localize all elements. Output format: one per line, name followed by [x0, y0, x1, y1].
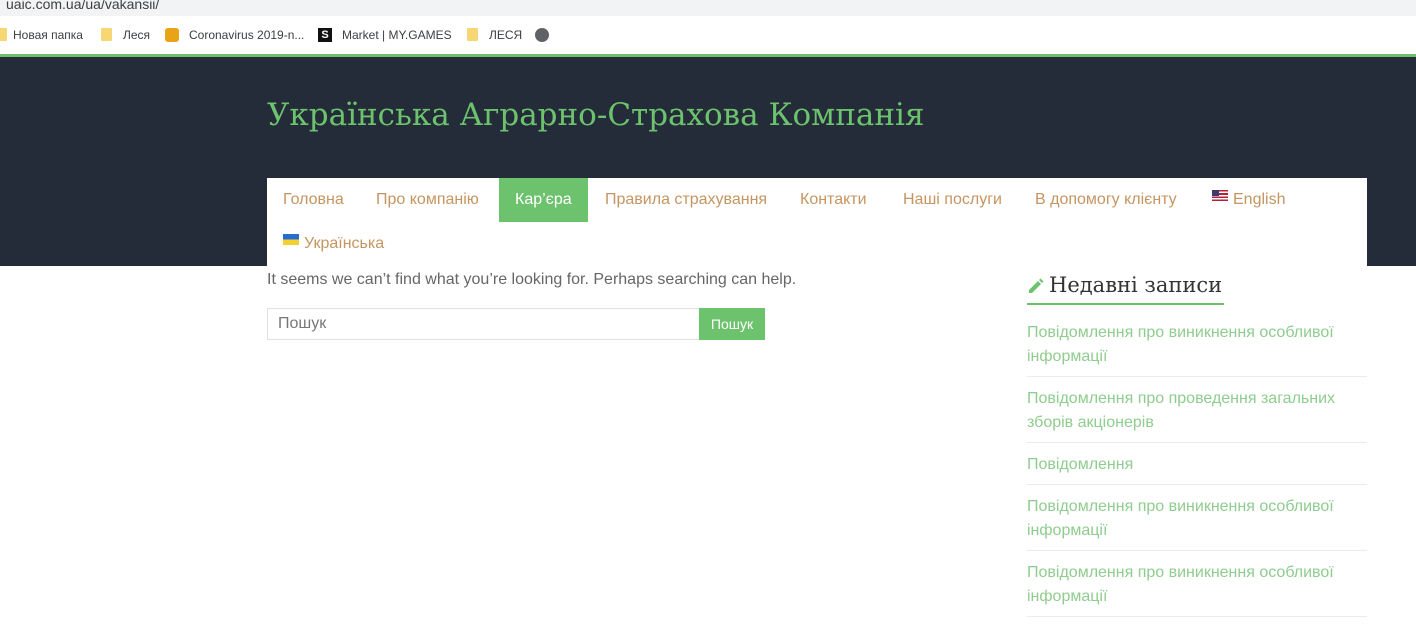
nav-item-contacts[interactable]: Контакти [784, 178, 883, 222]
nav-item-english[interactable]: English [1196, 178, 1301, 222]
s-logo-icon: S [318, 28, 332, 42]
nav-item-ukrainian[interactable]: Українська [267, 222, 400, 266]
site-title[interactable]: Українська Аграрно-Страхова Компанія [267, 97, 925, 133]
ua-flag-icon [283, 234, 299, 245]
recent-post-link[interactable]: Повідомлення про проведення загальних зб… [1027, 387, 1367, 443]
nav-item-about[interactable]: Про компанію [360, 178, 495, 222]
recent-posts-widget-title: Недавні записи [1027, 271, 1224, 305]
us-flag-icon [1212, 190, 1228, 201]
nav-item-label: Українська [304, 235, 385, 252]
pencil-icon [1029, 278, 1044, 293]
not-found-message: It seems we can’t find what you’re looki… [267, 271, 797, 288]
bookmark-label: Новая папка [13, 28, 83, 42]
nav-item-label: English [1233, 191, 1286, 208]
folder-icon [0, 28, 7, 41]
main-nav: Головна Про компанію Кар’єра Правила стр… [267, 178, 1367, 266]
recent-post-link[interactable]: Повідомлення про виникнення особливої ін… [1027, 561, 1367, 617]
nav-item-client-help[interactable]: В допомогу клієнту [1019, 178, 1193, 222]
widget-title-text: Недавні записи [1049, 273, 1223, 297]
shield-icon [165, 28, 179, 42]
nav-item-services[interactable]: Наші послуги [887, 178, 1018, 222]
nav-item-home[interactable]: Головна [267, 178, 360, 222]
search-input[interactable] [267, 308, 700, 340]
address-bar-url[interactable]: uaic.com.ua/ua/vakansii/ [6, 0, 159, 12]
bookmarks-bar: Новая папка Леся Coronavirus 2019-n... S… [0, 16, 1416, 54]
folder-icon [101, 28, 112, 41]
nav-item-insurance-rules[interactable]: Правила страхування [589, 178, 783, 222]
search-button[interactable]: Пошук [699, 308, 765, 340]
bookmark-label: Coronavirus 2019-n... [189, 28, 305, 42]
recent-posts-list: Повідомлення про виникнення особливої ін… [1027, 321, 1367, 627]
address-bar[interactable]: uaic.com.ua/ua/vakansii/ [0, 0, 1416, 16]
nav-item-career[interactable]: Кар’єра [499, 178, 588, 222]
recent-post-link[interactable]: Повідомлення [1027, 453, 1367, 485]
folder-icon [467, 28, 478, 41]
bookmark-label: Леся [123, 28, 151, 42]
recent-post-link[interactable]: Повідомлення про виникнення особливої ін… [1027, 495, 1367, 551]
bookmark-label: ЛЕСЯ [489, 28, 523, 42]
bookmark-label: Market | MY.GAMES [342, 28, 452, 42]
recent-post-link[interactable]: Повідомлення про виникнення особливої ін… [1027, 321, 1367, 377]
site-header: Українська Аграрно-Страхова Компанія Гол… [0, 57, 1416, 266]
globe-icon [535, 28, 549, 42]
